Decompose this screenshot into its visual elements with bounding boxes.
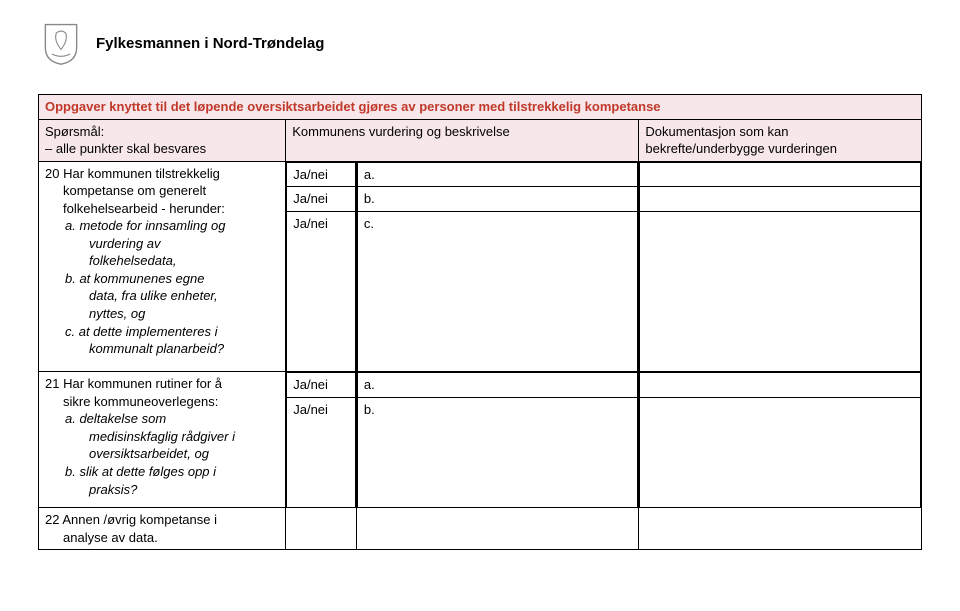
q21-b1: b. slik at dette følges opp i — [65, 464, 216, 479]
q20-assess-cell: a. b. c. — [356, 161, 639, 372]
question-label: Spørsmål: — [45, 124, 104, 139]
q22-doc[interactable] — [639, 508, 922, 550]
column-header-row: Spørsmål: – alle punkter skal besvares K… — [39, 119, 922, 161]
q20-assess-a[interactable]: a. — [357, 162, 638, 187]
q21-janei-a[interactable]: Ja/nei — [287, 373, 356, 398]
q21-janei-cell: Ja/nei Ja/nei — [286, 372, 357, 508]
row-q21: 21 Har kommunen rutiner for å sikre komm… — [39, 372, 922, 508]
q20-a3: folkehelsedata, — [77, 253, 176, 268]
col-assessment: Kommunens vurdering og beskrivelse — [286, 119, 639, 161]
q20-janei-b[interactable]: Ja/nei — [287, 187, 356, 212]
q20-line2: kompetanse om generelt — [45, 182, 279, 200]
section-title: Oppgaver knyttet til det løpende oversik… — [39, 95, 922, 120]
q20-line1: 20 Har kommunen tilstrekkelig — [45, 166, 220, 181]
col-documentation: Dokumentasjon som kan bekrefte/underbygg… — [639, 119, 922, 161]
q20-a1: a. metode for innsamling og — [65, 218, 225, 233]
q20-assess-c[interactable]: c. — [357, 211, 638, 371]
section-title-row: Oppgaver knyttet til det løpende oversik… — [39, 95, 922, 120]
q21-line2: sikre kommuneoverlegens: — [45, 393, 279, 411]
q20-line3: folkehelsearbeid - herunder: — [45, 200, 279, 218]
q20-c1: c. at dette implementeres i — [65, 324, 217, 339]
q20-a2: vurdering av — [77, 236, 161, 251]
q22-line1: 22 Annen /øvrig kompetanse i — [45, 511, 279, 529]
q22-text: 22 Annen /øvrig kompetanse i analyse av … — [39, 508, 286, 550]
q20-doc-c[interactable] — [640, 211, 921, 371]
q20-janei-c[interactable]: Ja/nei — [287, 211, 356, 371]
q21-assess-a[interactable]: a. — [357, 373, 638, 398]
q21-doc-a[interactable] — [640, 373, 921, 398]
q20-b2: data, fra ulike enheter, — [77, 288, 218, 303]
q21-a2: medisinskfaglig rådgiver i — [77, 429, 235, 444]
q21-doc-cell — [639, 372, 922, 508]
q22-assess[interactable] — [356, 508, 639, 550]
documentation-line1: Dokumentasjon som kan — [645, 124, 788, 139]
q20-doc-a[interactable] — [640, 162, 921, 187]
q20-doc-b[interactable] — [640, 187, 921, 212]
col-question: Spørsmål: – alle punkter skal besvares — [39, 119, 286, 161]
q20-text: 20 Har kommunen tilstrekkelig kompetanse… — [39, 161, 286, 372]
row-q22: 22 Annen /øvrig kompetanse i analyse av … — [39, 508, 922, 550]
q20-b1: b. at kommunenes egne — [65, 271, 204, 286]
q21-line1: 21 Har kommunen rutiner for å — [45, 376, 222, 391]
crest-icon — [38, 20, 84, 66]
q20-doc-cell — [639, 161, 922, 372]
q22-line2: analyse av data. — [45, 529, 279, 547]
q21-assess-cell: a. b. — [356, 372, 639, 508]
q21-doc-b[interactable] — [640, 397, 921, 507]
org-name: Fylkesmannen i Nord-Trøndelag — [96, 35, 324, 52]
questionnaire-table: Oppgaver knyttet til det løpende oversik… — [38, 94, 922, 550]
documentation-line2: bekrefte/underbygge vurderingen — [645, 141, 837, 156]
q21-a1: a. deltakelse som — [65, 411, 166, 426]
q21-a3: oversiktsarbeidet, og — [77, 446, 209, 461]
q21-assess-b[interactable]: b. — [357, 397, 638, 507]
q21-janei-b[interactable]: Ja/nei — [287, 397, 356, 507]
row-q20: 20 Har kommunen tilstrekkelig kompetanse… — [39, 161, 922, 372]
q20-b3: nyttes, og — [77, 306, 145, 321]
q20-assess-b[interactable]: b. — [357, 187, 638, 212]
q20-c2: kommunalt planarbeid? — [77, 341, 224, 356]
q21-b2: praksis? — [77, 482, 137, 497]
question-sublabel: – alle punkter skal besvares — [45, 141, 206, 156]
q22-janei[interactable] — [286, 508, 357, 550]
q21-text: 21 Har kommunen rutiner for å sikre komm… — [39, 372, 286, 508]
q20-janei-cell: Ja/nei Ja/nei Ja/nei — [286, 161, 357, 372]
q20-janei-a[interactable]: Ja/nei — [287, 162, 356, 187]
page-header: Fylkesmannen i Nord-Trøndelag — [38, 20, 922, 66]
